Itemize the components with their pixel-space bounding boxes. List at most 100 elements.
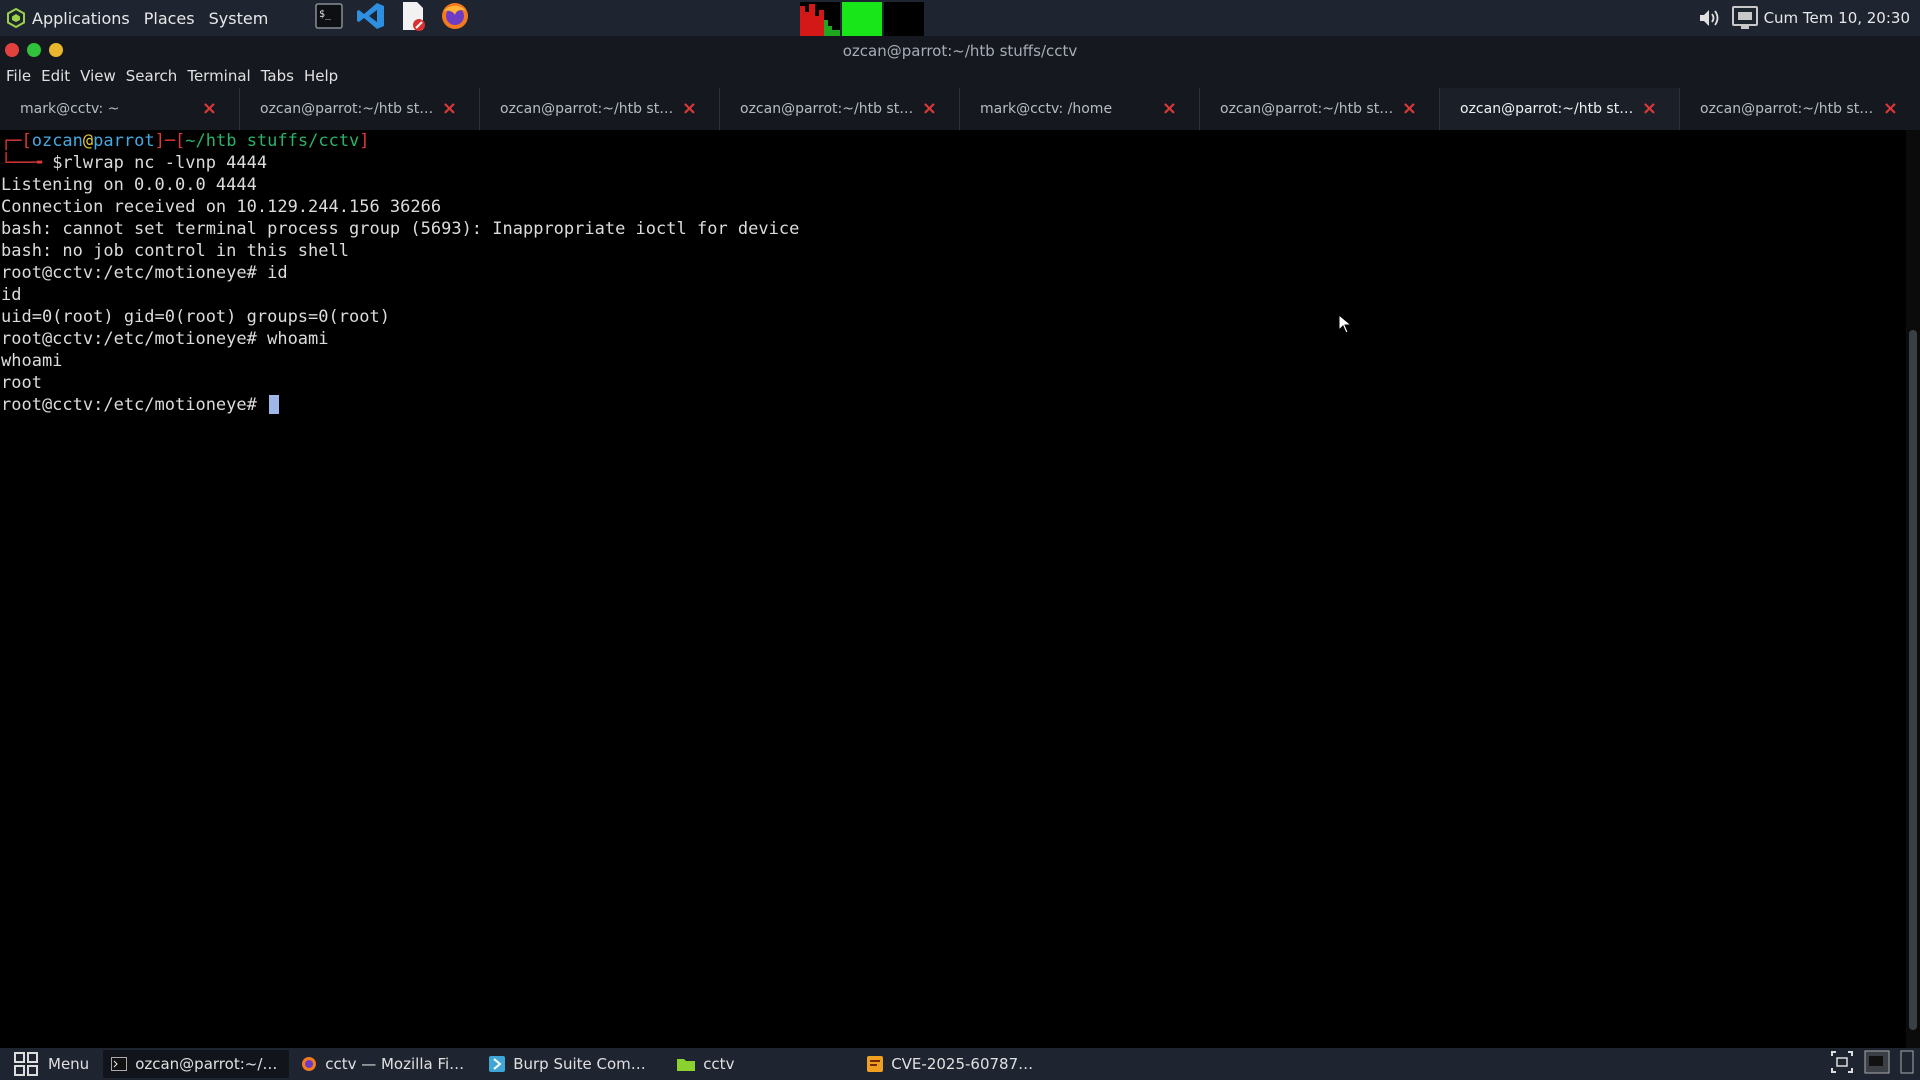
vscode-icon: [356, 1, 386, 35]
workspace-1-icon[interactable]: [1864, 1050, 1890, 1074]
places-menu[interactable]: Places: [144, 9, 195, 28]
close-tab-icon[interactable]: ×: [682, 98, 697, 119]
close-tab-icon[interactable]: ×: [442, 98, 457, 119]
cpu-monitor-graph: [800, 2, 840, 36]
applications-label: Applications: [32, 8, 130, 28]
tab-bar: mark@cctv: ~ × ozcan@parrot:~/htb stuf...…: [0, 88, 1920, 130]
taskbar-item-label: ozcan@parrot:~/htb s...: [135, 1055, 282, 1073]
grid-menu-icon: [12, 1052, 40, 1076]
terminal-launcher[interactable]: $_: [312, 1, 346, 35]
system-tray: Cum Tem 10, 20:30: [1698, 0, 1920, 36]
taskbar-item-terminal[interactable]: ozcan@parrot:~/htb s...: [103, 1050, 290, 1078]
taskbar-item-editor[interactable]: CVE-2025-60787.py -...: [859, 1050, 1043, 1078]
prompt-header-line: ┌─[ozcan@parrot]─[~/htb stuffs/cctv]: [1, 131, 370, 151]
close-tab-icon[interactable]: ×: [202, 98, 217, 119]
workspace-2-icon[interactable]: [1900, 1050, 1914, 1074]
output-line: Listening on 0.0.0.0 4444: [1, 175, 257, 195]
tab-label: ozcan@parrot:~/htb stuf...: [500, 101, 680, 117]
tab-label: ozcan@parrot:~/htb stuf...: [260, 101, 440, 117]
prompt-path: ~/htb stuffs/cctv: [185, 131, 360, 151]
terminal-icon: [111, 1055, 128, 1073]
output-line: root: [1, 373, 42, 393]
folder-icon: [677, 1055, 696, 1073]
terminal-output[interactable]: ┌─[ozcan@parrot]─[~/htb stuffs/cctv] └──…: [0, 130, 1906, 1048]
vscode-launcher[interactable]: [354, 1, 388, 35]
output-line: bash: cannot set terminal process group …: [1, 219, 800, 239]
network-icon[interactable]: [1731, 6, 1758, 30]
firefox-icon: [301, 1055, 317, 1073]
prompt-command: $rlwrap nc -lvnp 4444: [52, 153, 268, 173]
terminal-scrollbar[interactable]: [1906, 130, 1920, 1048]
tab-label: mark@cctv: ~: [20, 101, 120, 117]
output-line: id: [1, 285, 22, 305]
close-tab-icon[interactable]: ×: [1883, 98, 1898, 119]
burp-icon: [489, 1055, 506, 1073]
menu-button[interactable]: Menu: [4, 1050, 99, 1078]
menu-view[interactable]: View: [80, 67, 116, 85]
tab-3[interactable]: ozcan@parrot:~/htb stuf... ×: [480, 88, 720, 130]
system-menu[interactable]: System: [209, 9, 269, 28]
text-editor-launcher[interactable]: [396, 1, 430, 35]
taskbar-item-label: Burp Suite Communit...: [513, 1055, 657, 1073]
menu-edit[interactable]: Edit: [41, 67, 70, 85]
close-tab-icon[interactable]: ×: [1402, 98, 1417, 119]
screenshot-tool-icon[interactable]: [1830, 1050, 1854, 1074]
tab-6[interactable]: ozcan@parrot:~/htb stuf... ×: [1200, 88, 1440, 130]
prompt-user: ozcan: [31, 131, 83, 151]
output-line: bash: no job control in this shell: [1, 241, 349, 261]
text-cursor: [269, 395, 280, 414]
parrot-logo-icon: [6, 8, 26, 28]
output-line: root@cctv:/etc/motioneye# whoami: [1, 329, 329, 349]
tab-1[interactable]: mark@cctv: ~ ×: [0, 88, 240, 130]
close-tab-icon[interactable]: ×: [1162, 98, 1177, 119]
prompt-command-line: └──╼ $rlwrap nc -lvnp 4444: [1, 153, 268, 173]
taskbar-item-burp[interactable]: Burp Suite Communit...: [481, 1050, 665, 1078]
menu-file[interactable]: File: [6, 67, 31, 85]
tab-label: ozcan@parrot:~/htb stuf...: [1460, 101, 1640, 117]
menu-terminal[interactable]: Terminal: [187, 67, 250, 85]
output-line: root@cctv:/etc/motioneye# id: [1, 263, 288, 283]
firefox-icon: [440, 1, 470, 35]
applications-menu[interactable]: Applications: [6, 8, 130, 28]
menu-label: Menu: [48, 1055, 90, 1073]
taskbar-item-firefox[interactable]: cctv — Mozilla Firefox: [293, 1050, 477, 1078]
taskbar-item-label: cctv — Mozilla Firefox: [325, 1055, 470, 1073]
svg-text:$_: $_: [319, 9, 332, 20]
top-panel: Applications Places System $_ Cum Tem 10…: [0, 0, 1920, 36]
tab-2[interactable]: ozcan@parrot:~/htb stuf... ×: [240, 88, 480, 130]
tab-5[interactable]: mark@cctv: /home ×: [960, 88, 1200, 130]
tab-label: ozcan@parrot:~/htb stuf...: [740, 101, 920, 117]
prompt-at: @: [82, 131, 94, 151]
tab-label: ozcan@parrot:~/htb stuf...: [1220, 101, 1400, 117]
menu-help[interactable]: Help: [304, 67, 338, 85]
prompt-host: parrot: [93, 131, 155, 151]
output-line: whoami: [1, 351, 63, 371]
scrollbar-thumb[interactable]: [1909, 330, 1917, 1030]
close-tab-icon[interactable]: ×: [922, 98, 937, 119]
menu-search[interactable]: Search: [126, 67, 178, 85]
firefox-launcher[interactable]: [438, 1, 472, 35]
output-line: Connection received on 10.129.244.156 36…: [1, 197, 442, 217]
editor-icon: [867, 1055, 884, 1073]
network-monitor-graph: [884, 2, 924, 36]
terminal-icon: $_: [315, 3, 344, 33]
current-prompt: root@cctv:/etc/motioneye#: [1, 395, 268, 415]
taskbar-item-label: cctv: [703, 1055, 735, 1073]
current-prompt-line[interactable]: root@cctv:/etc/motioneye#: [0, 394, 1906, 416]
taskbar-item-label: CVE-2025-60787.py -...: [891, 1055, 1036, 1073]
system-monitor-applet[interactable]: [800, 2, 924, 36]
tab-7-active[interactable]: ozcan@parrot:~/htb stuf... ×: [1440, 88, 1680, 130]
taskbar-item-folder[interactable]: cctv: [669, 1050, 855, 1078]
text-editor-icon: [399, 1, 427, 35]
clock[interactable]: Cum Tem 10, 20:30: [1764, 9, 1910, 27]
close-tab-icon[interactable]: ×: [1642, 98, 1657, 119]
menu-tabs[interactable]: Tabs: [261, 67, 294, 85]
tab-8[interactable]: ozcan@parrot:~/htb stuf... ×: [1680, 88, 1920, 130]
window-titlebar[interactable]: ozcan@parrot:~/htb stuffs/cctv: [0, 36, 1920, 64]
volume-icon[interactable]: [1698, 8, 1722, 28]
tab-4[interactable]: ozcan@parrot:~/htb stuf... ×: [720, 88, 960, 130]
memory-monitor-graph: [842, 2, 882, 36]
window-title: ozcan@parrot:~/htb stuffs/cctv: [842, 42, 1078, 60]
tab-label: ozcan@parrot:~/htb stuf...: [1700, 101, 1880, 117]
bottom-panel: Menu ozcan@parrot:~/htb s... cctv — Mozi…: [0, 1048, 1920, 1080]
